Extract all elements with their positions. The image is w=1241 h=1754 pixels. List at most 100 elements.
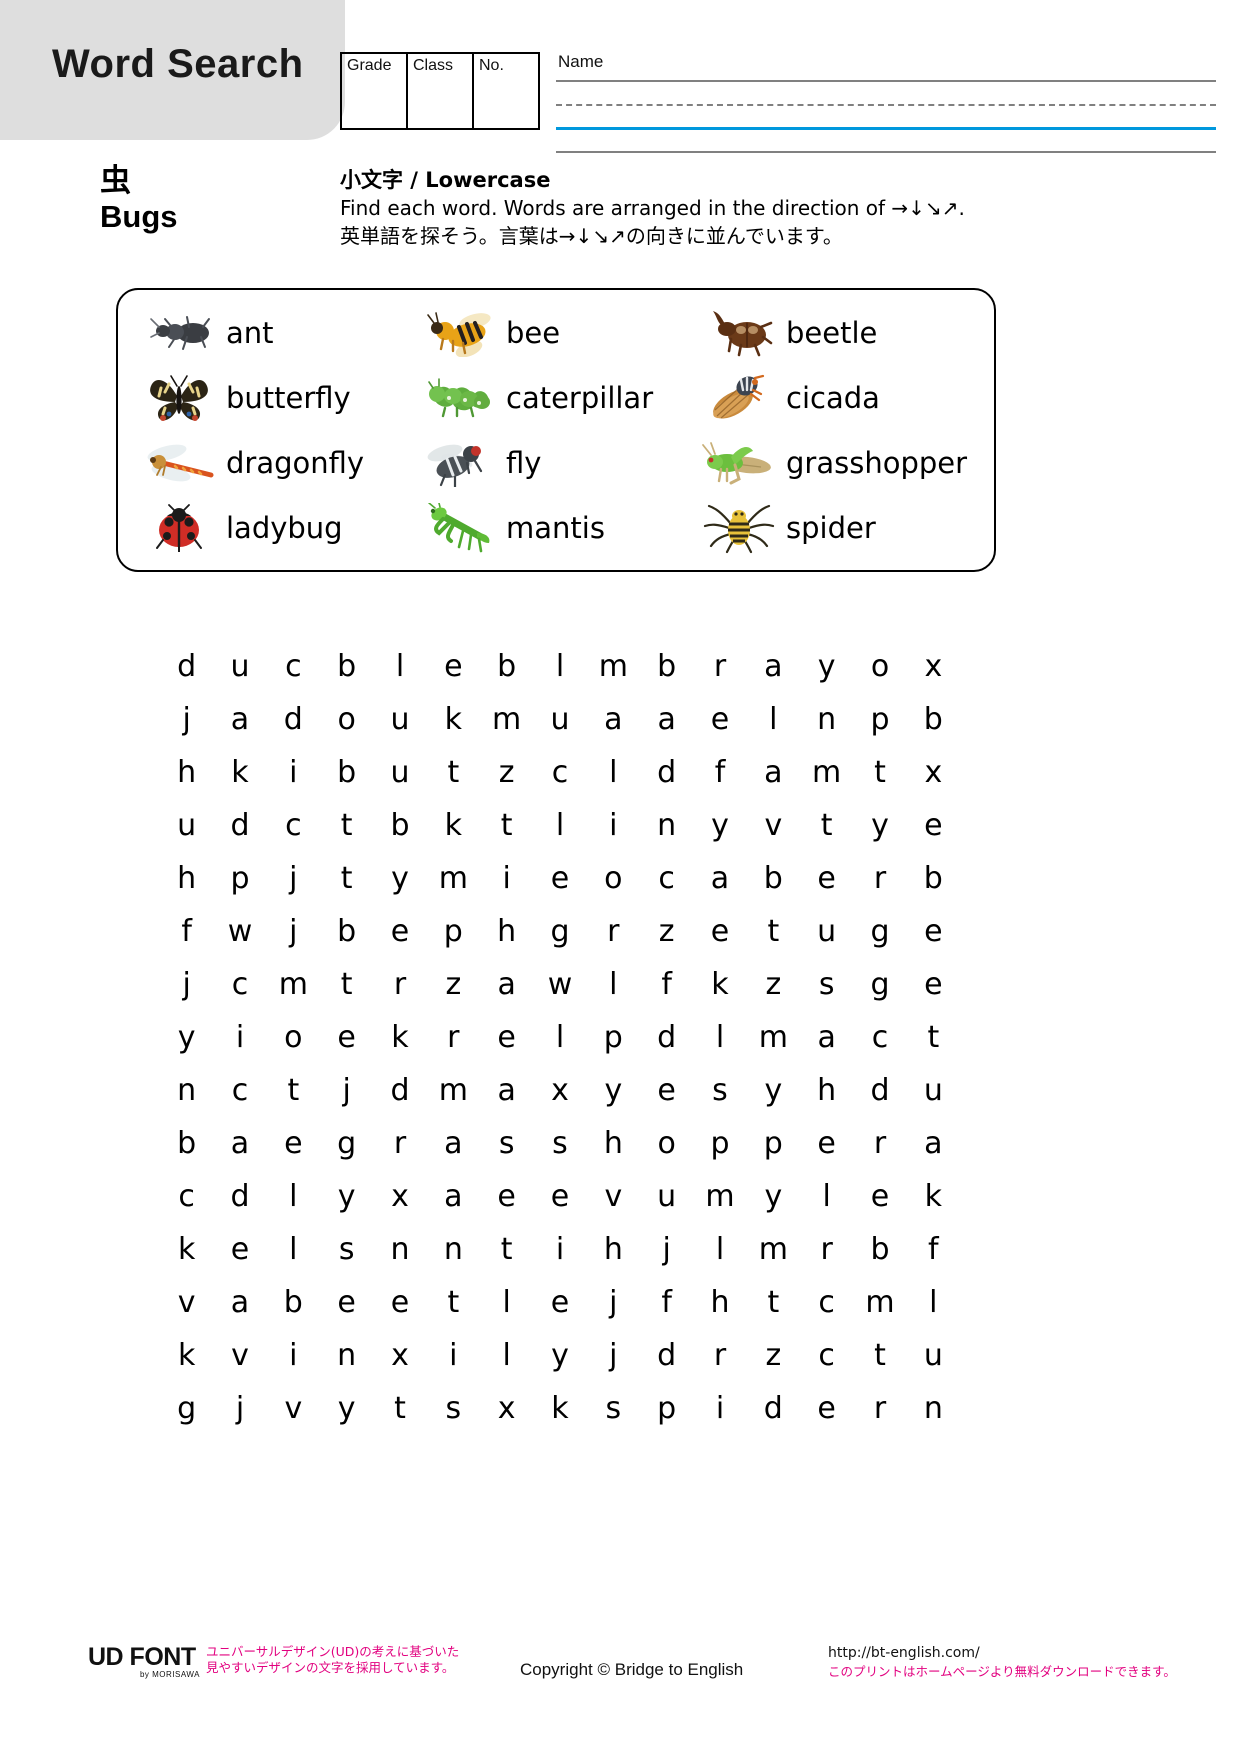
letter-cell[interactable]: r xyxy=(853,1128,906,1159)
letter-cell[interactable]: m xyxy=(267,969,320,1000)
letter-cell[interactable]: e xyxy=(800,1393,853,1424)
letter-cell[interactable]: d xyxy=(160,651,213,682)
letter-cell[interactable]: s xyxy=(533,1128,586,1159)
letter-cell[interactable]: t xyxy=(853,757,906,788)
letter-cell[interactable]: k xyxy=(427,810,480,841)
letter-cell[interactable]: i xyxy=(587,810,640,841)
letter-cell[interactable]: r xyxy=(800,1234,853,1265)
letter-cell[interactable]: t xyxy=(747,1287,800,1318)
letter-cell[interactable]: i xyxy=(213,1022,266,1053)
letter-cell[interactable]: d xyxy=(213,810,266,841)
letter-cell[interactable]: l xyxy=(907,1287,960,1318)
site-url[interactable]: http://bt-english.com/ xyxy=(828,1644,1176,1663)
word-list-item[interactable]: butterfly xyxy=(140,365,420,430)
letter-cell[interactable]: e xyxy=(267,1128,320,1159)
letter-cell[interactable]: e xyxy=(907,969,960,1000)
letter-cell[interactable]: f xyxy=(160,916,213,947)
letter-cell[interactable]: h xyxy=(800,1075,853,1106)
letter-cell[interactable]: h xyxy=(587,1234,640,1265)
letter-cell[interactable]: e xyxy=(480,1181,533,1212)
letter-cell[interactable]: b xyxy=(373,810,426,841)
letter-cell[interactable]: j xyxy=(213,1393,266,1424)
letter-cell[interactable]: a xyxy=(907,1128,960,1159)
letter-cell[interactable]: n xyxy=(800,704,853,735)
letter-cell[interactable]: s xyxy=(587,1393,640,1424)
letter-cell[interactable]: c xyxy=(853,1022,906,1053)
letter-cell[interactable]: r xyxy=(853,863,906,894)
letter-cell[interactable]: g xyxy=(853,916,906,947)
word-list-item[interactable]: spider xyxy=(700,495,980,560)
word-list-item[interactable]: mantis xyxy=(420,495,700,560)
letter-cell[interactable]: i xyxy=(480,863,533,894)
letter-cell[interactable]: z xyxy=(640,916,693,947)
letter-cell[interactable]: t xyxy=(320,863,373,894)
letter-cell[interactable]: k xyxy=(160,1234,213,1265)
letter-cell[interactable]: l xyxy=(747,704,800,735)
letter-cell[interactable]: h xyxy=(160,863,213,894)
letter-cell[interactable]: u xyxy=(213,651,266,682)
letter-cell[interactable]: a xyxy=(427,1181,480,1212)
letter-cell[interactable]: a xyxy=(427,1128,480,1159)
letter-cell[interactable]: r xyxy=(373,1128,426,1159)
letter-cell[interactable]: j xyxy=(587,1287,640,1318)
letter-cell[interactable]: t xyxy=(320,969,373,1000)
letter-cell[interactable]: v xyxy=(587,1181,640,1212)
letter-cell[interactable]: u xyxy=(907,1075,960,1106)
letter-cell[interactable]: p xyxy=(693,1128,746,1159)
letter-cell[interactable]: t xyxy=(320,810,373,841)
letter-cell[interactable]: c xyxy=(267,810,320,841)
letter-cell[interactable]: t xyxy=(267,1075,320,1106)
letter-cell[interactable]: e xyxy=(533,1287,586,1318)
letter-cell[interactable]: k xyxy=(693,969,746,1000)
letter-cell[interactable]: b xyxy=(480,651,533,682)
letter-cell[interactable]: r xyxy=(693,1340,746,1371)
letter-cell[interactable]: c xyxy=(800,1340,853,1371)
letter-cell[interactable]: i xyxy=(693,1393,746,1424)
letter-cell[interactable]: n xyxy=(320,1340,373,1371)
letter-cell[interactable]: e xyxy=(800,863,853,894)
letter-cell[interactable]: f xyxy=(640,1287,693,1318)
letter-cell[interactable]: i xyxy=(267,1340,320,1371)
letter-cell[interactable]: n xyxy=(640,810,693,841)
letter-cell[interactable]: x xyxy=(373,1181,426,1212)
letter-cell[interactable]: a xyxy=(640,704,693,735)
letter-cell[interactable]: u xyxy=(640,1181,693,1212)
letter-cell[interactable]: v xyxy=(267,1393,320,1424)
letter-cell[interactable]: e xyxy=(533,863,586,894)
letter-cell[interactable]: e xyxy=(320,1287,373,1318)
letter-cell[interactable]: j xyxy=(320,1075,373,1106)
letter-cell[interactable]: m xyxy=(747,1234,800,1265)
letter-cell[interactable]: v xyxy=(213,1340,266,1371)
letter-cell[interactable]: d xyxy=(213,1181,266,1212)
no-cell[interactable]: No. xyxy=(474,54,538,128)
letter-cell[interactable]: k xyxy=(373,1022,426,1053)
letter-cell[interactable]: h xyxy=(587,1128,640,1159)
letter-cell[interactable]: x xyxy=(533,1075,586,1106)
letter-cell[interactable]: s xyxy=(480,1128,533,1159)
letter-cell[interactable]: a xyxy=(213,704,266,735)
letter-cell[interactable]: g xyxy=(160,1393,213,1424)
letter-cell[interactable]: l xyxy=(373,651,426,682)
letter-cell[interactable]: p xyxy=(747,1128,800,1159)
letter-cell[interactable]: b xyxy=(267,1287,320,1318)
letter-cell[interactable]: r xyxy=(427,1022,480,1053)
letter-cell[interactable]: l xyxy=(587,969,640,1000)
letter-cell[interactable]: e xyxy=(853,1181,906,1212)
letter-cell[interactable]: a xyxy=(587,704,640,735)
letter-cell[interactable]: t xyxy=(427,1287,480,1318)
letter-cell[interactable]: j xyxy=(640,1234,693,1265)
letter-cell[interactable]: b xyxy=(907,704,960,735)
letter-cell[interactable]: v xyxy=(747,810,800,841)
letter-cell[interactable]: x xyxy=(907,757,960,788)
letter-cell[interactable]: b xyxy=(320,916,373,947)
letter-cell[interactable]: m xyxy=(480,704,533,735)
letter-cell[interactable]: l xyxy=(587,757,640,788)
letter-cell[interactable]: y xyxy=(800,651,853,682)
letter-cell[interactable]: o xyxy=(267,1022,320,1053)
letter-cell[interactable]: u xyxy=(907,1340,960,1371)
letter-cell[interactable]: z xyxy=(480,757,533,788)
letter-cell[interactable]: a xyxy=(480,969,533,1000)
letter-cell[interactable]: y xyxy=(533,1340,586,1371)
letter-cell[interactable]: f xyxy=(907,1234,960,1265)
letter-cell[interactable]: b xyxy=(747,863,800,894)
